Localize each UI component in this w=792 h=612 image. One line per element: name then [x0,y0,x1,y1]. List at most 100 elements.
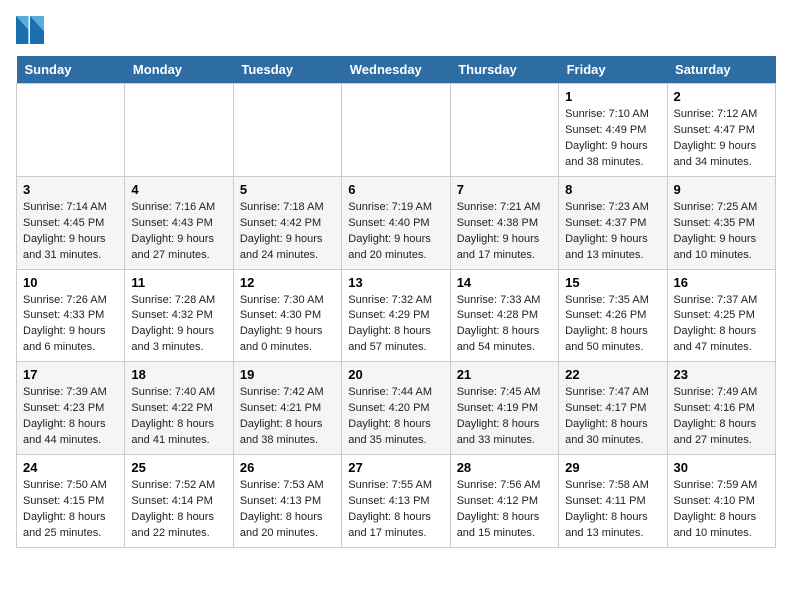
day-info: Sunrise: 7:14 AM Sunset: 4:45 PM Dayligh… [23,200,118,264]
day-info: Sunrise: 7:30 AM Sunset: 4:30 PM Dayligh… [240,293,335,357]
day-number: 17 [23,367,118,382]
day-number: 22 [565,367,660,382]
calendar-cell: 17Sunrise: 7:39 AM Sunset: 4:23 PM Dayli… [17,362,125,455]
day-number: 29 [565,460,660,475]
day-info: Sunrise: 7:10 AM Sunset: 4:49 PM Dayligh… [565,107,660,171]
calendar-cell: 13 Sunrise: 7:32 AM Sunset: 4:29 PM Dayli… [342,269,450,362]
day-info: Sunrise: 7:52 AM Sunset: 4:14 PM Dayligh… [131,478,226,542]
header-thursday: Thursday [450,56,558,84]
calendar-cell: 6 Sunrise: 7:19 AM Sunset: 4:40 PM Daylig… [342,176,450,269]
calendar-cell: 12 Sunrise: 7:30 AM Sunset: 4:30 PM Dayli… [233,269,341,362]
day-number: 26 [240,460,335,475]
calendar-cell: 5 Sunrise: 7:18 AM Sunset: 4:42 PM Daylig… [233,176,341,269]
calendar-table: SundayMondayTuesdayWednesdayThursdayFrid… [16,56,776,548]
day-info: Sunrise: 7:49 AM Sunset: 4:16 PM Dayligh… [674,385,769,449]
day-number: 1 [565,89,660,104]
calendar-cell: 15 Sunrise: 7:35 AM Sunset: 4:26 PM Dayli… [559,269,667,362]
calendar-week-0: 1 Sunrise: 7:10 AM Sunset: 4:49 PM Daylig… [17,84,776,177]
calendar-cell [125,84,233,177]
day-number: 24 [23,460,118,475]
day-number: 21 [457,367,552,382]
day-number: 5 [240,182,335,197]
day-info: Sunrise: 7:37 AM Sunset: 4:25 PM Dayligh… [674,293,769,357]
day-info: Sunrise: 7:59 AM Sunset: 4:10 PM Dayligh… [674,478,769,542]
day-info: Sunrise: 7:50 AM Sunset: 4:15 PM Dayligh… [23,478,118,542]
day-number: 16 [674,275,769,290]
header-friday: Friday [559,56,667,84]
day-number: 9 [674,182,769,197]
day-number: 13 [348,275,443,290]
calendar-cell [17,84,125,177]
calendar-cell: 1 Sunrise: 7:10 AM Sunset: 4:49 PM Daylig… [559,84,667,177]
day-number: 8 [565,182,660,197]
calendar-cell [342,84,450,177]
day-number: 10 [23,275,118,290]
day-info: Sunrise: 7:32 AM Sunset: 4:29 PM Dayligh… [348,293,443,357]
day-number: 11 [131,275,226,290]
calendar-cell: 4 Sunrise: 7:16 AM Sunset: 4:43 PM Daylig… [125,176,233,269]
calendar-cell: 10 Sunrise: 7:26 AM Sunset: 4:33 PM Dayli… [17,269,125,362]
calendar-cell: 11 Sunrise: 7:28 AM Sunset: 4:32 PM Dayli… [125,269,233,362]
day-number: 6 [348,182,443,197]
day-info: Sunrise: 7:35 AM Sunset: 4:26 PM Dayligh… [565,293,660,357]
day-number: 14 [457,275,552,290]
day-number: 25 [131,460,226,475]
calendar-cell: 7 Sunrise: 7:21 AM Sunset: 4:38 PM Daylig… [450,176,558,269]
header-tuesday: Tuesday [233,56,341,84]
day-info: Sunrise: 7:42 AM Sunset: 4:21 PM Dayligh… [240,385,335,449]
calendar-week-3: 17Sunrise: 7:39 AM Sunset: 4:23 PM Dayli… [17,362,776,455]
day-info: Sunrise: 7:16 AM Sunset: 4:43 PM Dayligh… [131,200,226,264]
day-number: 30 [674,460,769,475]
logo-icon [16,16,44,44]
calendar-cell: 16 Sunrise: 7:37 AM Sunset: 4:25 PM Dayli… [667,269,775,362]
calendar-cell: 29 Sunrise: 7:58 AM Sunset: 4:11 PM Dayli… [559,455,667,548]
day-info: Sunrise: 7:47 AM Sunset: 4:17 PM Dayligh… [565,385,660,449]
calendar-week-4: 24 Sunrise: 7:50 AM Sunset: 4:15 PM Dayli… [17,455,776,548]
header [16,16,776,44]
logo [16,16,48,44]
day-number: 18 [131,367,226,382]
calendar-cell [450,84,558,177]
day-number: 23 [674,367,769,382]
calendar-header-row: SundayMondayTuesdayWednesdayThursdayFrid… [17,56,776,84]
day-info: Sunrise: 7:45 AM Sunset: 4:19 PM Dayligh… [457,385,552,449]
day-info: Sunrise: 7:23 AM Sunset: 4:37 PM Dayligh… [565,200,660,264]
calendar-cell: 25 Sunrise: 7:52 AM Sunset: 4:14 PM Dayli… [125,455,233,548]
calendar-cell: 18 Sunrise: 7:40 AM Sunset: 4:22 PM Dayli… [125,362,233,455]
calendar-cell: 20 Sunrise: 7:44 AM Sunset: 4:20 PM Dayli… [342,362,450,455]
day-number: 28 [457,460,552,475]
day-info: Sunrise: 7:12 AM Sunset: 4:47 PM Dayligh… [674,107,769,171]
calendar-cell: 21 Sunrise: 7:45 AM Sunset: 4:19 PM Dayli… [450,362,558,455]
day-info: Sunrise: 7:58 AM Sunset: 4:11 PM Dayligh… [565,478,660,542]
calendar-week-1: 3Sunrise: 7:14 AM Sunset: 4:45 PM Daylig… [17,176,776,269]
day-info: Sunrise: 7:33 AM Sunset: 4:28 PM Dayligh… [457,293,552,357]
calendar-cell: 30 Sunrise: 7:59 AM Sunset: 4:10 PM Dayli… [667,455,775,548]
day-info: Sunrise: 7:56 AM Sunset: 4:12 PM Dayligh… [457,478,552,542]
header-monday: Monday [125,56,233,84]
day-info: Sunrise: 7:44 AM Sunset: 4:20 PM Dayligh… [348,385,443,449]
calendar-cell [233,84,341,177]
day-number: 4 [131,182,226,197]
day-info: Sunrise: 7:55 AM Sunset: 4:13 PM Dayligh… [348,478,443,542]
day-info: Sunrise: 7:19 AM Sunset: 4:40 PM Dayligh… [348,200,443,264]
day-info: Sunrise: 7:28 AM Sunset: 4:32 PM Dayligh… [131,293,226,357]
day-info: Sunrise: 7:18 AM Sunset: 4:42 PM Dayligh… [240,200,335,264]
calendar-cell: 27 Sunrise: 7:55 AM Sunset: 4:13 PM Dayli… [342,455,450,548]
calendar-cell: 3Sunrise: 7:14 AM Sunset: 4:45 PM Daylig… [17,176,125,269]
day-number: 7 [457,182,552,197]
day-number: 19 [240,367,335,382]
day-number: 12 [240,275,335,290]
calendar-cell: 19 Sunrise: 7:42 AM Sunset: 4:21 PM Dayli… [233,362,341,455]
day-number: 27 [348,460,443,475]
calendar-week-2: 10 Sunrise: 7:26 AM Sunset: 4:33 PM Dayli… [17,269,776,362]
day-number: 20 [348,367,443,382]
day-info: Sunrise: 7:40 AM Sunset: 4:22 PM Dayligh… [131,385,226,449]
calendar-cell: 22 Sunrise: 7:47 AM Sunset: 4:17 PM Dayli… [559,362,667,455]
calendar-cell: 24 Sunrise: 7:50 AM Sunset: 4:15 PM Dayli… [17,455,125,548]
day-number: 15 [565,275,660,290]
header-sunday: Sunday [17,56,125,84]
header-wednesday: Wednesday [342,56,450,84]
calendar-cell: 14 Sunrise: 7:33 AM Sunset: 4:28 PM Dayli… [450,269,558,362]
day-info: Sunrise: 7:21 AM Sunset: 4:38 PM Dayligh… [457,200,552,264]
day-info: Sunrise: 7:26 AM Sunset: 4:33 PM Dayligh… [23,293,118,357]
